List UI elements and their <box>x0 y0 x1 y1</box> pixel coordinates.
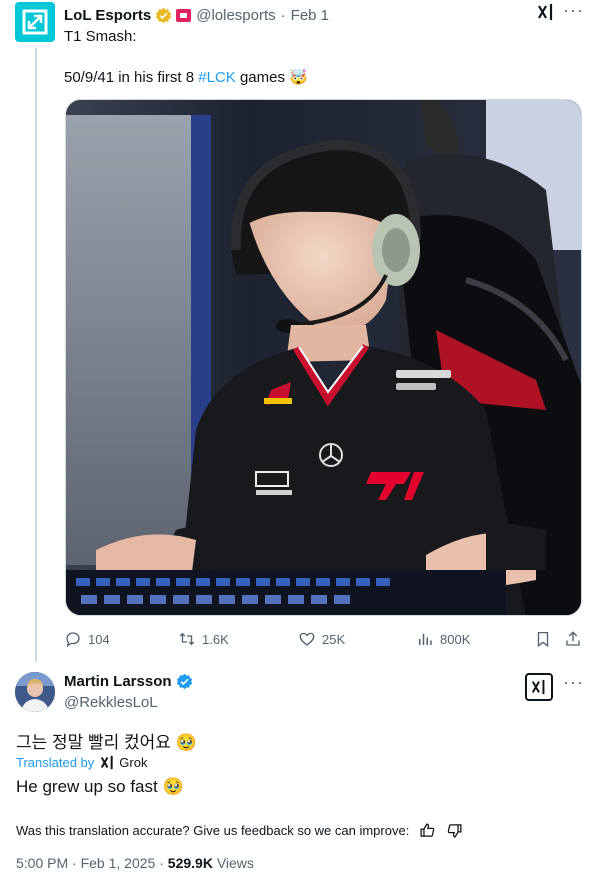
pleading-face-emoji: 🥹 <box>175 733 197 753</box>
translated-by-label[interactable]: Translated by <box>16 755 94 770</box>
translated-english-text: He grew up so fast 🥹 <box>16 777 184 797</box>
reply-more-options-icon[interactable]: ··· <box>563 672 584 693</box>
post-full-date[interactable]: Feb 1, 2025 <box>81 855 156 871</box>
reply-count: 104 <box>88 631 110 647</box>
thumbs-up-icon[interactable] <box>419 822 436 839</box>
header-separator: · <box>280 6 286 24</box>
translation-feedback-row: Was this translation accurate? Give us f… <box>16 822 463 839</box>
affiliate-badge-icon[interactable] <box>176 8 192 22</box>
reply-author-name[interactable]: Martin Larsson <box>64 673 172 690</box>
views-button[interactable]: 800K <box>416 628 470 650</box>
martin-larsson-avatar[interactable] <box>15 672 55 712</box>
bookmark-button[interactable] <box>534 628 552 650</box>
reply-icon <box>66 632 80 648</box>
tweet-photo[interactable] <box>65 99 582 616</box>
view-count: 800K <box>440 631 471 647</box>
author-handle[interactable]: @lolesports <box>196 7 275 24</box>
feedback-prompt: Was this translation accurate? Give us f… <box>16 823 410 838</box>
player-photo-illustration <box>66 100 581 615</box>
grok-button[interactable] <box>525 673 553 701</box>
xai-icon <box>531 679 545 695</box>
share-button[interactable] <box>564 628 582 650</box>
views-count: 529.9K <box>167 855 213 871</box>
xai-logo-icon <box>101 755 113 770</box>
like-button[interactable]: 25K <box>298 628 345 650</box>
repost-count: 1.6K <box>202 631 229 647</box>
verified-gold-badge-icon[interactable] <box>155 7 172 24</box>
grok-actions-icon[interactable] <box>537 3 555 26</box>
korean-text: 그는 정말 빨리 컸어요 <box>16 733 171 752</box>
repost-button[interactable]: 1.6K <box>178 628 229 650</box>
verified-blue-badge-icon[interactable] <box>176 673 193 690</box>
pleading-face-emoji-translated: 🥹 <box>162 777 184 797</box>
english-text: He grew up so fast <box>16 777 158 796</box>
tweet-action-bar: 104 1.6K 25K 800K <box>64 628 584 650</box>
views-chart-icon <box>419 633 432 645</box>
translator-brand: Grok <box>100 755 147 770</box>
tweet-text-line-1: T1 Smash: <box>64 28 137 45</box>
translator-name: Grok <box>119 755 148 770</box>
like-count: 25K <box>322 631 346 647</box>
lol-esports-avatar[interactable] <box>15 2 55 42</box>
more-options-icon[interactable]: ··· <box>563 0 584 21</box>
author-name[interactable]: LoL Esports <box>64 7 151 24</box>
reply-author-handle[interactable]: @RekklesLoL <box>64 694 158 711</box>
post-time[interactable]: 5:00 PM <box>16 855 68 871</box>
translation-attribution[interactable]: Translated by Grok <box>16 755 147 770</box>
parent-tweet-header: LoL Esports @lolesports · Feb 1 <box>64 5 329 25</box>
repost-icon <box>179 632 195 646</box>
hashtag-link[interactable]: #LCK <box>198 69 236 86</box>
thumbs-down-icon[interactable] <box>446 822 463 839</box>
tweet-text-suffix: games <box>235 69 285 86</box>
thread-connector-line <box>35 48 37 662</box>
bookmark-icon <box>537 631 549 648</box>
tweet-text-prefix: 50/9/41 in his first 8 <box>64 69 199 86</box>
profile-photo-illustration <box>15 672 55 712</box>
post-date[interactable]: Feb 1 <box>291 7 329 24</box>
tweet-text-line-2: 50/9/41 in his first 8 #LCK games 🤯 <box>64 68 308 86</box>
views-label: Views <box>216 855 254 871</box>
original-korean-text: 그는 정말 빨리 컸어요 🥹 <box>16 728 197 753</box>
reply-author-row: Martin Larsson <box>64 673 193 690</box>
post-metadata: 5:00 PM · Feb 1, 2025 · 529.9K Views <box>16 855 254 871</box>
exploding-head-emoji: 🤯 <box>289 68 308 86</box>
reply-button[interactable]: 104 <box>64 628 110 650</box>
heart-icon <box>299 632 315 646</box>
share-icon <box>566 631 580 646</box>
lol-esports-logo-icon <box>22 9 48 35</box>
